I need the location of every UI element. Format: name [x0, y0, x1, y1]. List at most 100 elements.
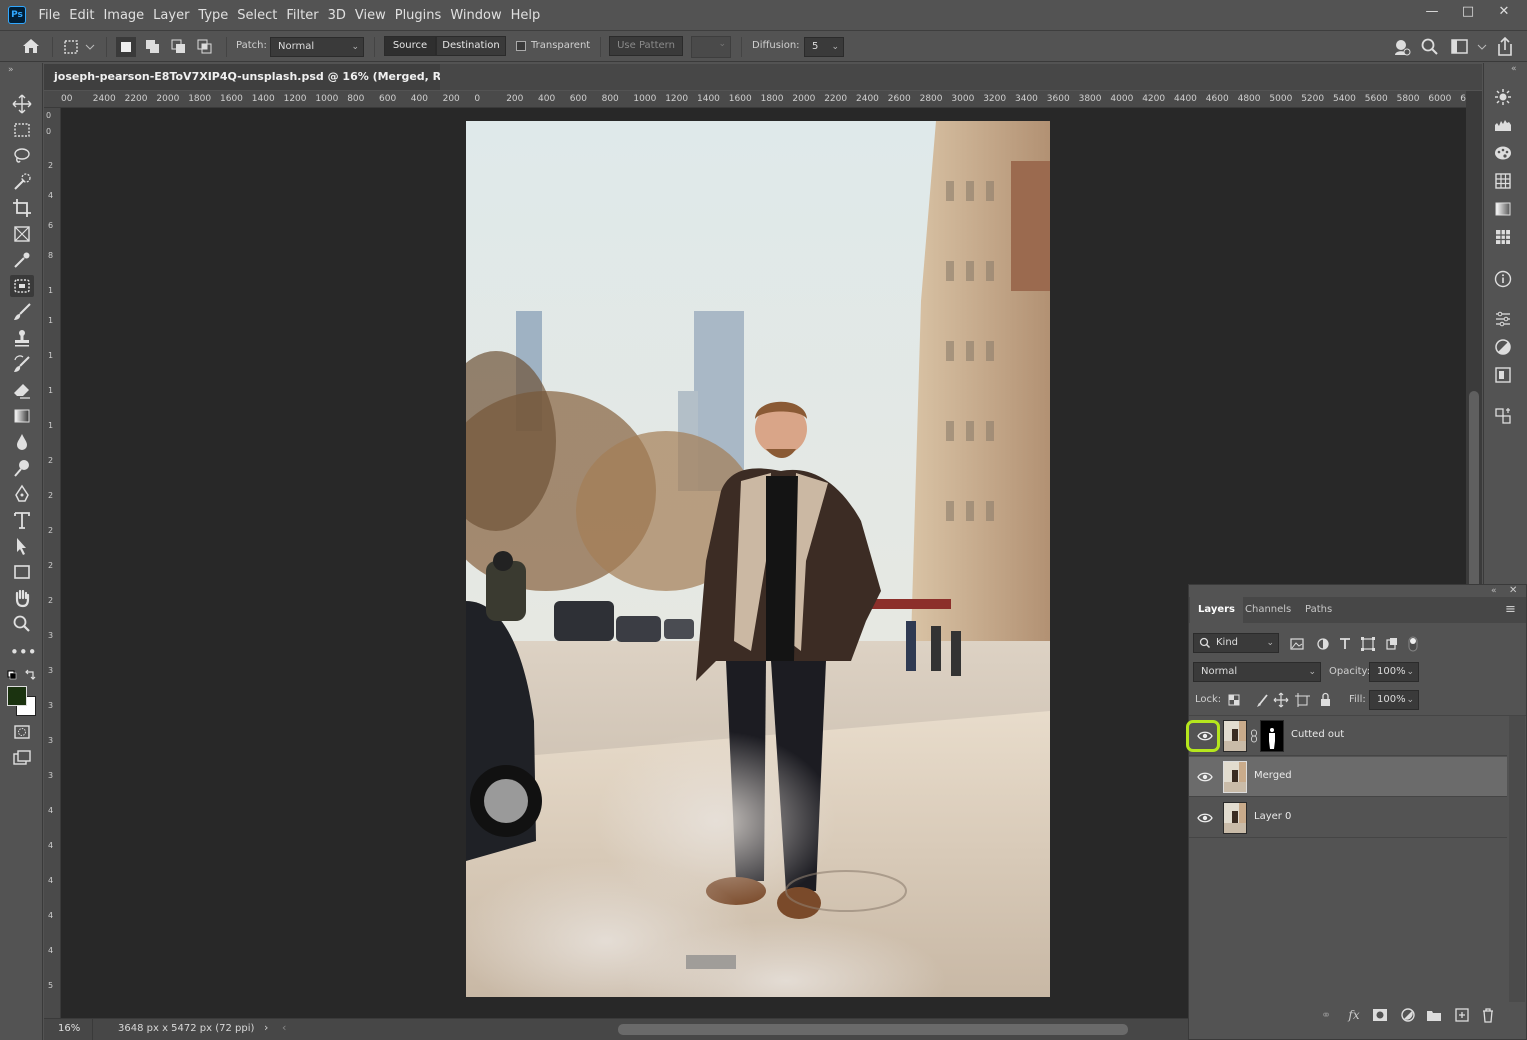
path-selection-tool-icon[interactable] — [10, 535, 34, 557]
source-button[interactable]: Source — [384, 36, 436, 56]
menu-select[interactable]: Select — [233, 8, 282, 23]
close-panel-icon[interactable]: ✕ — [1509, 585, 1517, 596]
delete-layer-icon[interactable] — [1479, 1006, 1497, 1024]
layer-list-scrollbar[interactable] — [1509, 716, 1525, 1002]
libraries-icon[interactable] — [1493, 365, 1513, 385]
fill-input[interactable]: 100% ⌄ — [1369, 690, 1419, 710]
eraser-tool-icon[interactable] — [10, 379, 34, 401]
brush-tool-icon[interactable] — [10, 301, 34, 323]
visibility-eye-icon[interactable] — [1197, 769, 1213, 785]
menu-type[interactable]: Type — [194, 8, 233, 23]
visibility-eye-icon[interactable] — [1197, 810, 1213, 826]
workspace-switcher-icon[interactable] — [1450, 37, 1490, 57]
blur-tool-icon[interactable] — [10, 431, 34, 453]
blend-mode-dropdown[interactable]: Normal ⌄ — [1193, 662, 1321, 682]
lasso-tool-icon[interactable] — [10, 145, 34, 167]
search-icon[interactable] — [1420, 37, 1440, 57]
lock-icons[interactable] — [1225, 691, 1335, 709]
status-menu-arrow-icon[interactable]: › — [264, 1021, 268, 1034]
layer-row-layer-0[interactable]: Layer 0 — [1189, 798, 1507, 838]
rectangle-tool-icon[interactable] — [10, 561, 34, 583]
minimize-icon[interactable]: — — [1414, 2, 1450, 22]
tab-paths[interactable]: Paths — [1297, 597, 1340, 623]
share-icon[interactable] — [1495, 36, 1515, 58]
quick-selection-tool-icon[interactable] — [10, 171, 34, 193]
learn-icon[interactable] — [1392, 37, 1412, 57]
eyedropper-tool-icon[interactable] — [10, 249, 34, 271]
scroll-left-icon[interactable]: ‹ — [282, 1021, 286, 1034]
quick-mask-icon[interactable] — [10, 721, 34, 743]
patch-tool-icon[interactable] — [10, 275, 34, 297]
swap-colors-icon[interactable] — [6, 669, 38, 683]
more-tools-icon[interactable]: ••• — [10, 641, 37, 663]
opacity-input[interactable]: 100% ⌄ — [1369, 662, 1419, 682]
layer-mask-thumbnail[interactable] — [1260, 720, 1284, 752]
use-pattern-button[interactable]: Use Pattern — [609, 36, 683, 56]
transparent-checkbox[interactable] — [516, 41, 526, 51]
zoom-level[interactable]: 16% — [58, 1023, 80, 1034]
collapse-panels-icon[interactable]: « — [1511, 64, 1517, 74]
horizontal-scroll-thumb[interactable] — [618, 1024, 1128, 1035]
info-icon[interactable] — [1493, 269, 1513, 289]
adjustments-icon[interactable] — [1493, 337, 1513, 357]
document-image[interactable] — [466, 121, 1050, 997]
folder-icon[interactable] — [1425, 1006, 1443, 1024]
menu-plugins[interactable]: Plugins — [390, 8, 446, 23]
filter-kind-dropdown[interactable]: Kind ⌄ — [1193, 633, 1279, 653]
menu-filter[interactable]: Filter — [282, 8, 323, 23]
history-brush-tool-icon[interactable] — [10, 353, 34, 375]
pattern-picker[interactable]: ⌄ — [691, 36, 731, 58]
layer-row-cutted-out[interactable]: Cutted out — [1186, 716, 1507, 756]
frame-tool-icon[interactable] — [10, 223, 34, 245]
dodge-tool-icon[interactable] — [10, 457, 34, 479]
history-icon[interactable] — [1493, 406, 1513, 426]
menu-view[interactable]: View — [350, 8, 390, 23]
mask-link-icon[interactable] — [1250, 729, 1258, 743]
menu-help[interactable]: Help — [506, 8, 545, 23]
swatches-grid-icon[interactable] — [1493, 171, 1513, 191]
properties-sliders-icon[interactable] — [1493, 309, 1513, 329]
close-window-icon[interactable]: ✕ — [1486, 2, 1522, 22]
brightness-icon[interactable] — [1493, 87, 1513, 107]
home-icon[interactable] — [20, 35, 42, 57]
menu-file[interactable]: File — [34, 8, 65, 23]
screen-mode-icon[interactable] — [10, 747, 34, 769]
destination-button[interactable]: Destination — [436, 36, 506, 56]
link-layers-icon[interactable]: ⚭ — [1317, 1006, 1335, 1024]
maximize-icon[interactable]: □ — [1450, 2, 1486, 22]
patterns-icon[interactable] — [1493, 227, 1513, 247]
hand-tool-icon[interactable] — [10, 587, 34, 609]
fx-icon[interactable]: fx — [1345, 1006, 1363, 1024]
menu-window[interactable]: Window — [446, 8, 506, 23]
visibility-eye-icon[interactable] — [1197, 728, 1213, 744]
patch-mode-dropdown[interactable]: Normal ⌄ — [270, 37, 364, 57]
histogram-icon[interactable] — [1493, 115, 1513, 135]
gradient-tool-icon[interactable] — [10, 405, 34, 427]
color-palette-icon[interactable] — [1493, 143, 1513, 163]
pen-tool-icon[interactable] — [10, 483, 34, 505]
zoom-tool-icon[interactable] — [10, 613, 34, 635]
menu-image[interactable]: Image — [99, 8, 149, 23]
layer-row-merged[interactable]: Merged — [1189, 757, 1507, 797]
move-tool-icon[interactable] — [10, 93, 34, 115]
panel-menu-icon[interactable]: ≡ — [1505, 602, 1516, 617]
gradients-icon[interactable] — [1493, 199, 1513, 219]
tab-channels[interactable]: Channels — [1237, 597, 1299, 623]
tab-layers[interactable]: Layers — [1190, 597, 1243, 623]
document-tab[interactable]: joseph-pearson-E8ToV7XIP4Q-unsplash.psd … — [44, 64, 506, 90]
patch-tool-preset-icon[interactable] — [62, 37, 96, 57]
marquee-tool-icon[interactable] — [10, 119, 34, 141]
foreground-color-swatch[interactable] — [7, 686, 27, 706]
collapse-toolbar-icon[interactable]: » — [8, 65, 14, 75]
add-mask-icon[interactable] — [1371, 1006, 1389, 1024]
crop-tool-icon[interactable] — [10, 197, 34, 219]
adjustment-layer-icon[interactable] — [1399, 1006, 1417, 1024]
menu-3d[interactable]: 3D — [323, 8, 350, 23]
collapse-panel-icon[interactable]: « — [1491, 586, 1497, 596]
diffusion-input[interactable]: 5 ⌄ — [804, 37, 844, 57]
menu-layer[interactable]: Layer — [149, 8, 194, 23]
type-tool-icon[interactable] — [10, 509, 34, 531]
new-layer-icon[interactable] — [1453, 1006, 1471, 1024]
menu-edit[interactable]: Edit — [65, 8, 99, 23]
stamp-tool-icon[interactable] — [10, 327, 34, 349]
